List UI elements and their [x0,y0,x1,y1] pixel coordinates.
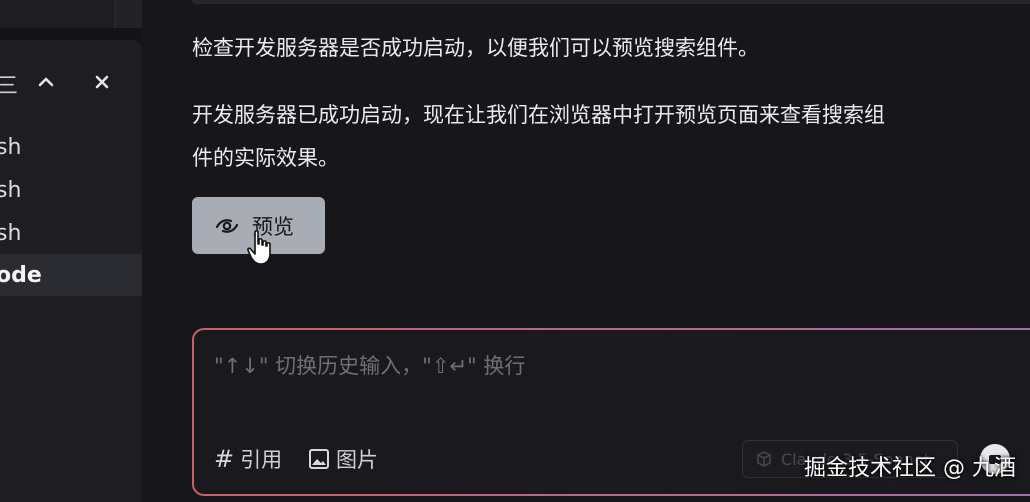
cube-icon [757,451,771,467]
chevron-up-icon[interactable] [34,70,58,94]
terminal-panel: 三 sh sh sh ode [0,0,142,502]
assistant-message-continued: 件的实际效果。 [192,146,339,170]
terminal-panel-header: 三 [0,64,142,100]
quote-button-label: 引用 [240,448,283,472]
previous-message-edge [192,0,1030,4]
terminal-item[interactable]: sh [0,169,142,211]
app-root: 三 sh sh sh ode 检查开发服务器是否成功启动，以便我们可以预览搜索组… [0,0,1030,502]
quote-button[interactable]: # 引用 [214,444,282,474]
panel-header-partial-text: 三 [0,74,19,99]
image-icon [309,449,329,469]
panel-top-card [0,0,142,28]
panel-top-edge [114,0,142,28]
image-button-label: 图片 [336,448,378,472]
terminal-item[interactable]: sh [0,212,142,254]
assistant-message: 检查开发服务器是否成功启动，以便我们可以预览搜索组件。 [192,36,759,60]
chat-main: 检查开发服务器是否成功启动，以便我们可以预览搜索组件。 开发服务器已成功启动，现… [154,0,1030,502]
panel-gutter [142,0,154,502]
close-icon[interactable] [90,70,114,94]
watermark: 掘金技术社区 @ 九酒 [804,456,1016,481]
image-button[interactable]: 图片 [308,444,378,474]
terminal-item[interactable]: sh [0,126,142,168]
terminal-item-label: ode [0,262,42,288]
eye-link-icon [215,218,239,233]
composer-placeholder: "↑↓" 切换历史输入，"⇧↵" 换行 [214,354,526,378]
assistant-message: 开发服务器已成功启动，现在让我们在浏览器中打开预览页面来查看搜索组 [192,103,885,127]
terminal-item-label: sh [0,220,22,246]
terminal-item-label: sh [0,177,22,203]
hash-icon: # [214,445,235,473]
terminal-item-label: sh [0,134,22,160]
hand-cursor-icon [247,230,271,265]
terminal-item-active[interactable]: ode [0,254,142,296]
